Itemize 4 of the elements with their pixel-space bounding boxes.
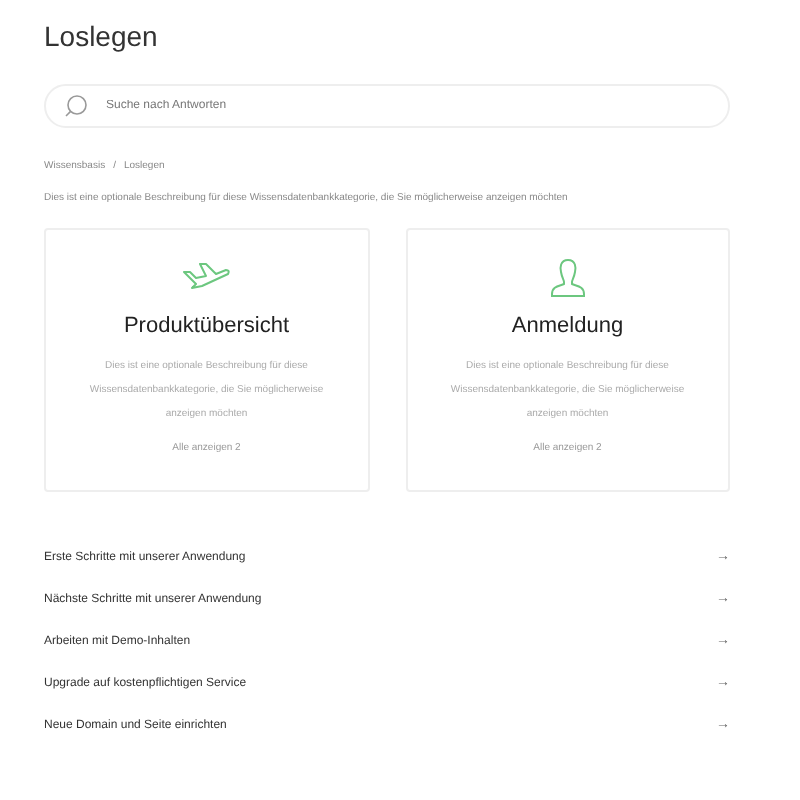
person-icon bbox=[547, 258, 588, 298]
card-title: Produktübersicht bbox=[123, 314, 290, 338]
page-title: Loslegen bbox=[44, 20, 160, 52]
card-title: Anmeldung bbox=[511, 314, 624, 338]
